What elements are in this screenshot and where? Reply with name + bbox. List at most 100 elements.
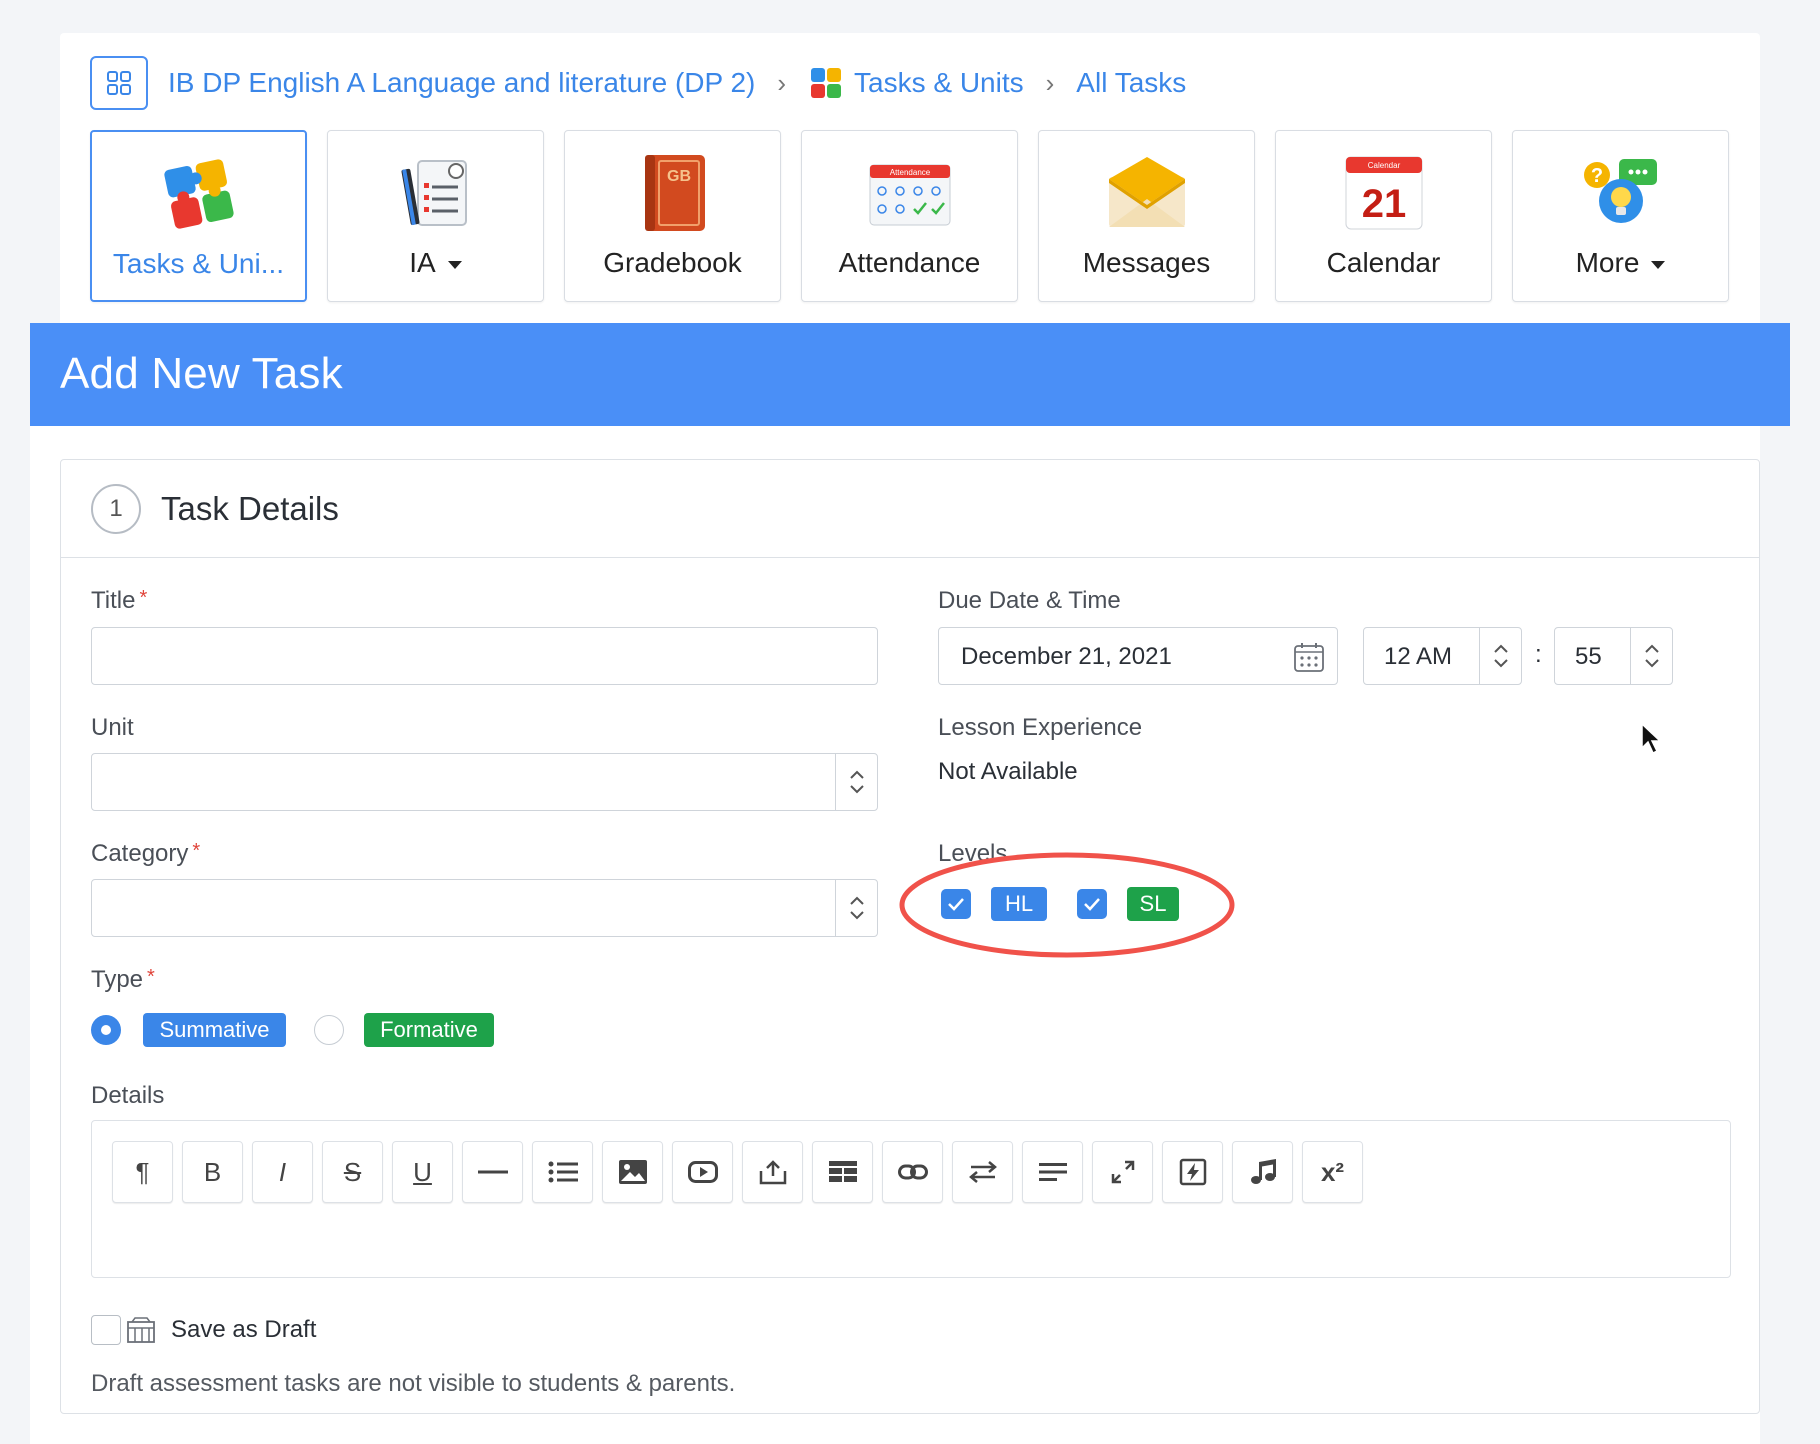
tile-label: More <box>1513 247 1728 279</box>
breadcrumb-page-link[interactable]: All Tasks <box>1076 67 1186 99</box>
unit-label: Unit <box>91 714 134 741</box>
due-date-input[interactable]: December 21, 2021 <box>938 627 1338 685</box>
draft-note: Draft assessment tasks are not visible t… <box>91 1370 736 1397</box>
svg-text:?: ? <box>1590 165 1602 187</box>
tile-ia[interactable]: IA <box>327 130 544 302</box>
top-panel: IB DP English A Language and literature … <box>60 33 1760 333</box>
swap-arrows-icon <box>968 1161 997 1183</box>
editor-toolbar: ¶ B I S U x² <box>112 1141 1363 1203</box>
hour-select[interactable]: 12 AM <box>1363 627 1522 685</box>
chevron-up-icon <box>1644 644 1659 653</box>
hour-select-arrows[interactable] <box>1479 628 1521 684</box>
image-icon <box>618 1160 647 1184</box>
mouse-cursor-icon <box>1641 722 1662 755</box>
svg-text:Attendance: Attendance <box>889 168 930 177</box>
summative-badge[interactable]: Summative <box>143 1013 286 1047</box>
chevron-right-icon: › <box>777 67 787 98</box>
superscript-icon: x² <box>1320 1156 1345 1187</box>
breadcrumb-course-link[interactable]: IB DP English A Language and literature … <box>168 67 755 99</box>
unit-select[interactable] <box>91 753 878 811</box>
link-button[interactable] <box>882 1141 943 1203</box>
text-direction-button[interactable] <box>952 1141 1013 1203</box>
paragraph-icon: ¶ <box>135 1156 150 1187</box>
caret-down-icon <box>447 260 462 269</box>
minute-value: 55 <box>1575 643 1602 670</box>
main-content: 1 Task Details Title * Unit Category * Typ… <box>30 426 1760 1444</box>
table-button[interactable] <box>812 1141 873 1203</box>
tile-gradebook[interactable]: GB Gradebook <box>564 130 781 302</box>
paragraph-button[interactable]: ¶ <box>112 1141 173 1203</box>
svg-text:GB: GB <box>667 168 691 185</box>
upload-icon <box>759 1160 786 1185</box>
flash-box-icon <box>1179 1158 1206 1186</box>
caret-down-icon <box>1651 260 1666 269</box>
apps-grid-button[interactable] <box>90 56 148 110</box>
underline-icon: U <box>413 1156 432 1187</box>
underline-button[interactable]: U <box>392 1141 453 1203</box>
strikethrough-button[interactable]: S <box>322 1141 383 1203</box>
hour-value: 12 AM <box>1384 643 1453 670</box>
calendar-icon[interactable] <box>1293 641 1325 673</box>
draft-icon <box>127 1317 155 1343</box>
chevron-down-icon <box>849 911 864 920</box>
breadcrumb-section-link[interactable]: Tasks & Units <box>854 67 1024 99</box>
ia-checklist-icon <box>401 160 467 226</box>
music-note-icon <box>1250 1159 1276 1184</box>
image-button[interactable] <box>602 1141 663 1203</box>
expand-icon <box>1111 1160 1134 1184</box>
embed-button[interactable] <box>1162 1141 1223 1203</box>
lesson-experience-value: Not Available <box>938 758 1078 785</box>
details-label: Details <box>91 1082 165 1109</box>
bullet-list-icon <box>548 1161 578 1183</box>
tile-tasks-units[interactable]: Tasks & Uni... <box>90 130 307 302</box>
video-button[interactable] <box>672 1141 733 1203</box>
unit-select-arrows[interactable] <box>835 754 877 810</box>
align-button[interactable] <box>1022 1141 1083 1203</box>
tile-label: IA <box>328 247 543 279</box>
strikethrough-icon: S <box>343 1156 362 1187</box>
tile-calendar[interactable]: Calendar 21 Calendar <box>1275 130 1492 302</box>
save-draft-label[interactable]: Save as Draft <box>171 1316 316 1344</box>
tile-label: Messages <box>1082 247 1211 278</box>
category-select[interactable] <box>91 879 878 937</box>
file-upload-button[interactable] <box>742 1141 803 1203</box>
tile-attendance[interactable]: Attendance Attendance <box>801 130 1018 302</box>
details-editor[interactable]: ¶ B I S U x² <box>91 1120 1731 1278</box>
align-left-icon <box>1038 1163 1067 1181</box>
bold-button[interactable]: B <box>182 1141 243 1203</box>
formative-radio[interactable] <box>314 1015 344 1045</box>
bold-icon: B <box>203 1156 222 1187</box>
task-details-card: 1 Task Details Title * Unit Category * Typ… <box>60 459 1760 1414</box>
tile-more[interactable]: ? More <box>1512 130 1729 302</box>
chevron-up-icon <box>849 770 864 779</box>
puzzle-icon <box>163 159 234 229</box>
audio-button[interactable] <box>1232 1141 1293 1203</box>
italic-button[interactable]: I <box>252 1141 313 1203</box>
breadcrumb: IB DP English A Language and literature … <box>90 55 1186 111</box>
title-input[interactable] <box>91 627 878 685</box>
required-mark: * <box>147 966 155 988</box>
minute-select-arrows[interactable] <box>1630 628 1672 684</box>
chevron-up-icon <box>849 896 864 905</box>
formative-badge[interactable]: Formative <box>364 1013 494 1047</box>
superscript-button[interactable]: x² <box>1302 1141 1363 1203</box>
save-draft-checkbox[interactable] <box>91 1315 121 1345</box>
required-mark: * <box>192 840 201 862</box>
tile-messages[interactable]: Messages <box>1038 130 1255 302</box>
tile-label: Tasks & Uni... <box>112 248 285 279</box>
chevron-down-icon <box>1644 659 1659 668</box>
svg-text:21: 21 <box>1361 182 1406 226</box>
horizontal-rule-button[interactable] <box>462 1141 523 1203</box>
chevron-down-icon <box>849 785 864 794</box>
video-icon <box>687 1161 718 1183</box>
list-button[interactable] <box>532 1141 593 1203</box>
table-icon <box>828 1161 857 1182</box>
category-label: Category * <box>91 840 201 867</box>
category-select-arrows[interactable] <box>835 880 877 936</box>
summative-radio[interactable] <box>91 1015 121 1045</box>
minute-select[interactable]: 55 <box>1554 627 1673 685</box>
puzzle-icon <box>808 65 844 101</box>
fullscreen-button[interactable] <box>1092 1141 1153 1203</box>
attendance-icon: Attendance <box>869 164 950 226</box>
step-number: 1 <box>91 483 141 534</box>
